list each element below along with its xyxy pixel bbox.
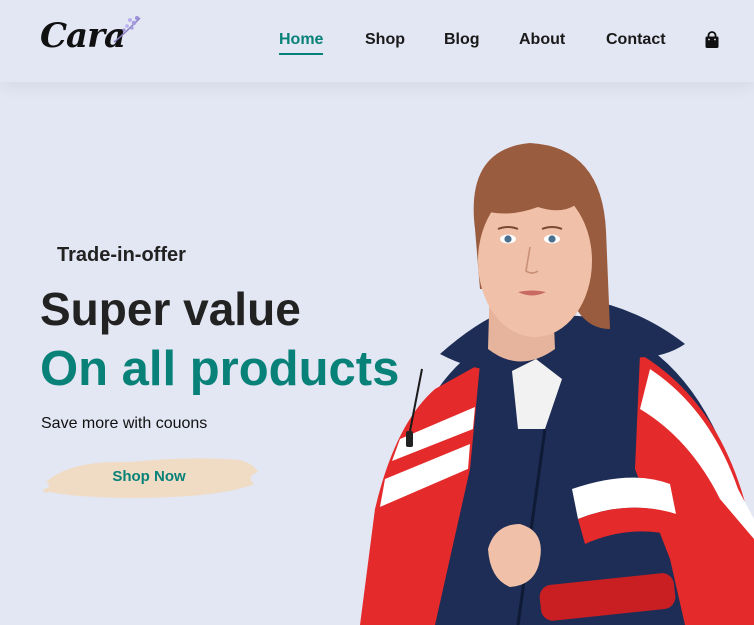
lavender-sprig-icon <box>113 16 141 43</box>
shop-now-label: Shop Now <box>112 468 186 485</box>
nav-item-blog[interactable]: Blog <box>444 31 480 49</box>
nav-item-contact[interactable]: Contact <box>606 31 666 49</box>
hero-subheadline: On all products <box>40 342 400 396</box>
shop-now-button[interactable]: Shop Now <box>40 452 258 502</box>
model-photo <box>360 143 754 625</box>
site-header: Cara Home Shop Blog About Contact <box>0 0 754 82</box>
shopping-bag-icon <box>705 31 719 48</box>
nav-item-shop[interactable]: Shop <box>365 31 405 49</box>
hero-headline: Super value <box>40 283 301 335</box>
cart-button[interactable] <box>704 31 720 49</box>
nav-item-home[interactable]: Home <box>279 31 324 55</box>
hero-tagline: Save more with couons <box>41 415 208 432</box>
brand-logo[interactable]: Cara <box>40 14 144 64</box>
nav-item-about[interactable]: About <box>519 31 565 49</box>
offer-label: Trade-in-offer <box>57 244 186 266</box>
